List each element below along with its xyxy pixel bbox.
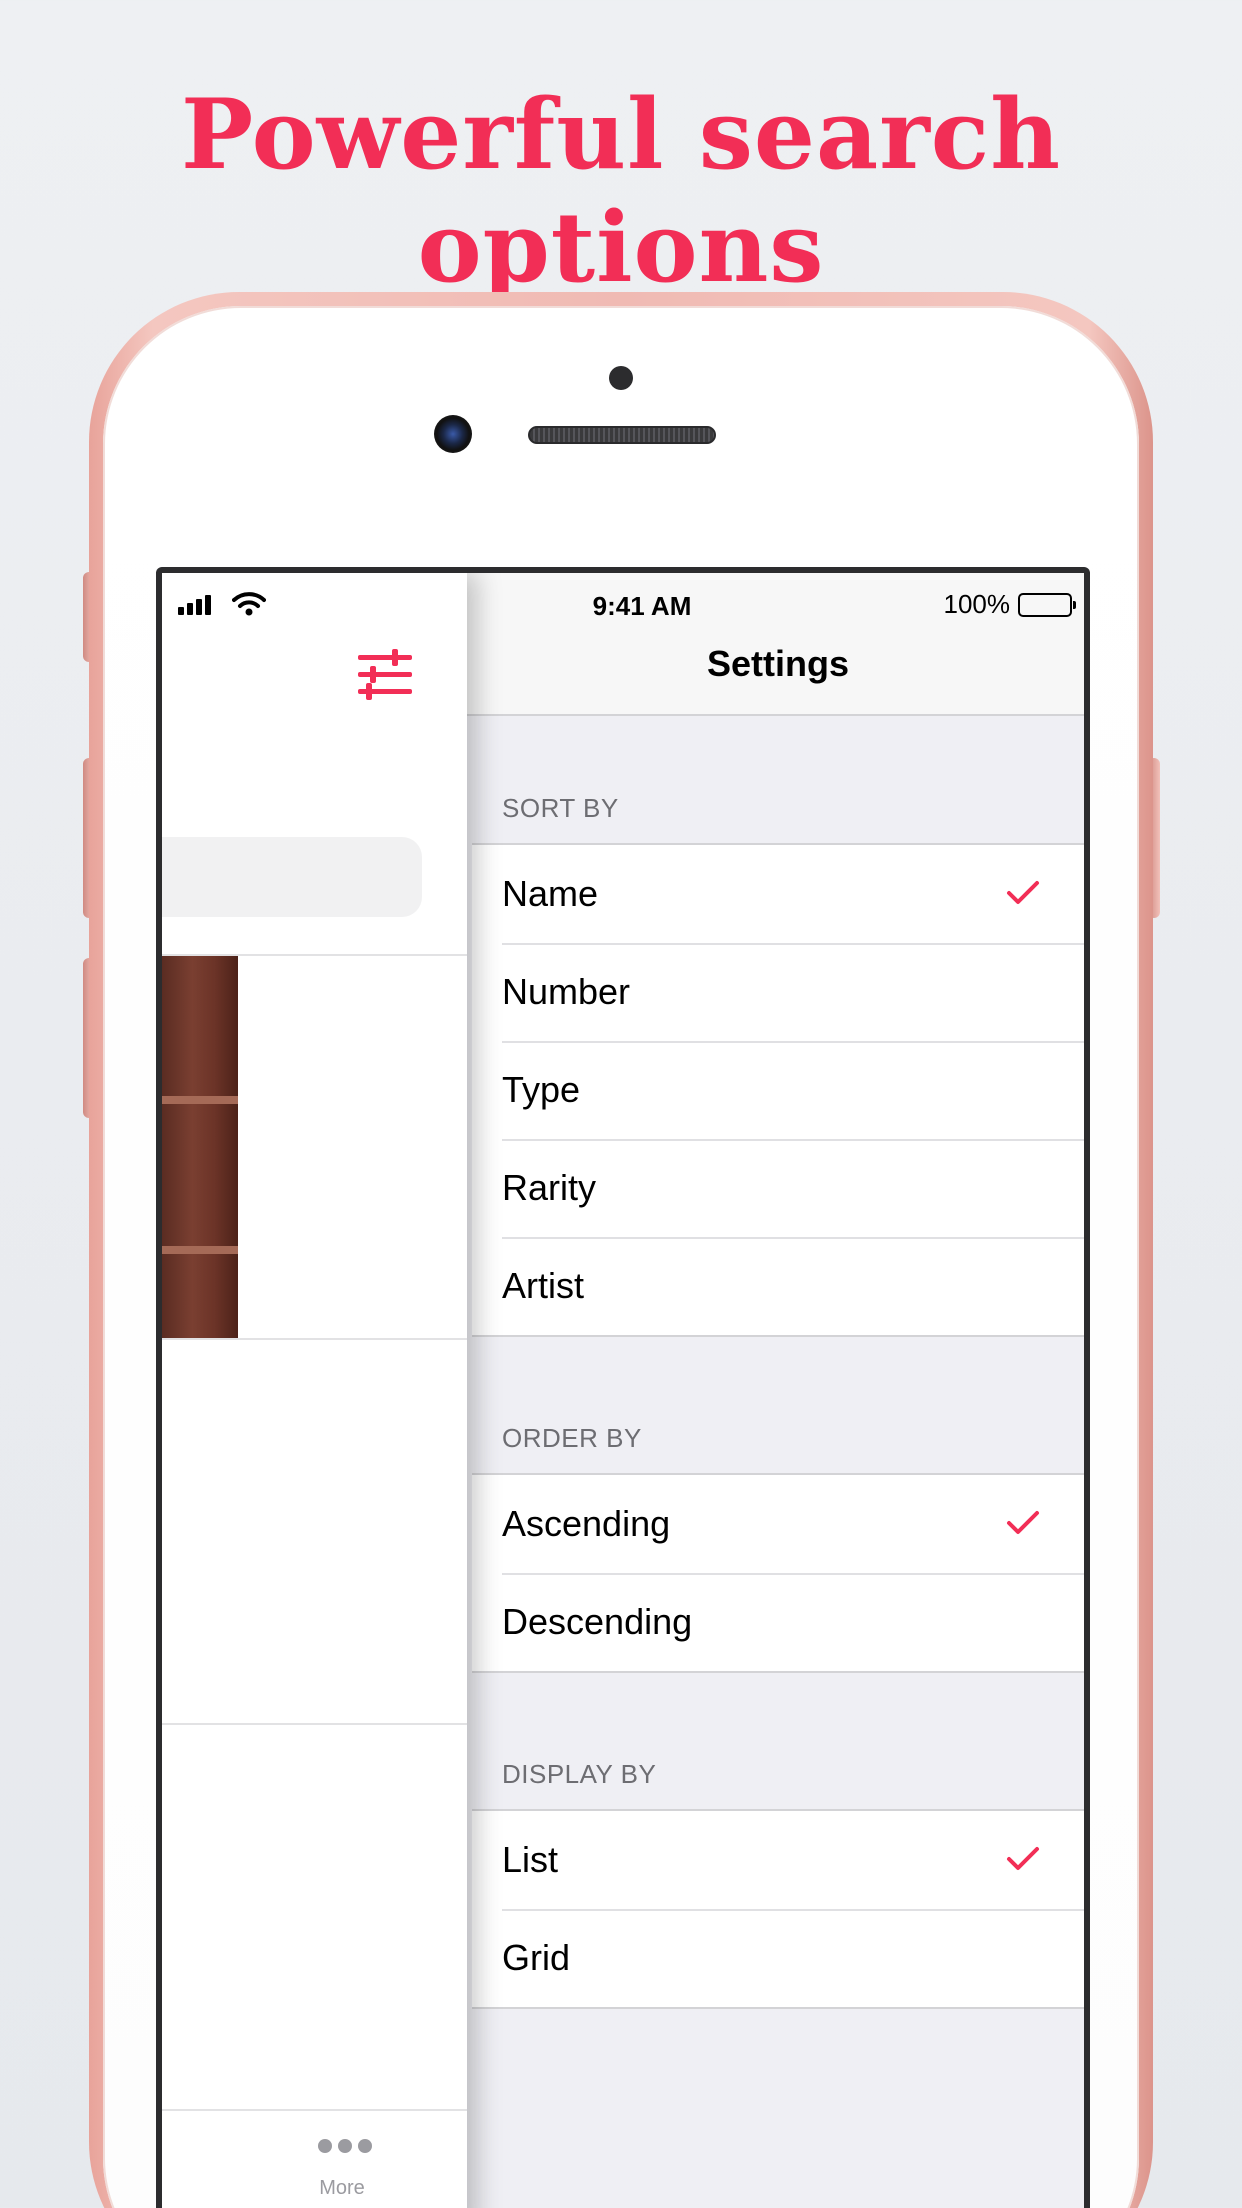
row-label: Type bbox=[502, 1069, 581, 1110]
row-label: Rarity bbox=[502, 1167, 597, 1208]
battery-percentage: 100% bbox=[943, 589, 1011, 619]
display-option-grid[interactable]: Grid bbox=[472, 1909, 1084, 2007]
earpiece-speaker bbox=[528, 426, 716, 444]
sort-option-name[interactable]: Name bbox=[472, 845, 1084, 943]
order-by-group: Ascending Descending bbox=[472, 1473, 1084, 1673]
signal-icon bbox=[178, 595, 211, 615]
phone-screen: 9:41 AM 100% Settings SORT BY Name Numbe… bbox=[156, 567, 1090, 2208]
row-label: Artist bbox=[502, 1265, 585, 1306]
status-battery: 100% bbox=[943, 589, 1076, 620]
proximity-sensor bbox=[609, 366, 633, 390]
section-header-display-by: DISPLAY BY bbox=[502, 1759, 657, 1789]
battery-icon bbox=[1018, 592, 1076, 617]
drawer-panel: More bbox=[162, 573, 467, 2208]
sort-option-number[interactable]: Number bbox=[472, 943, 1084, 1041]
status-time: 9:41 AM bbox=[592, 591, 692, 621]
row-label: Name bbox=[502, 873, 599, 914]
sort-option-rarity[interactable]: Rarity bbox=[472, 1139, 1084, 1237]
headline: Powerful search options bbox=[180, 78, 1062, 304]
order-option-ascending[interactable]: Ascending bbox=[472, 1475, 1084, 1573]
row-label: Ascending bbox=[502, 1503, 671, 1544]
checkmark-icon bbox=[1007, 1511, 1039, 1534]
row-label: Grid bbox=[502, 1937, 571, 1978]
divider bbox=[162, 1723, 467, 1725]
nav-title: Settings bbox=[706, 643, 849, 684]
filter-sliders-icon[interactable] bbox=[356, 649, 414, 701]
card-artwork-image bbox=[162, 956, 238, 1338]
wifi-icon bbox=[232, 592, 266, 616]
sort-option-type[interactable]: Type bbox=[472, 1041, 1084, 1139]
row-label: List bbox=[502, 1839, 559, 1880]
order-option-descending[interactable]: Descending bbox=[472, 1573, 1084, 1671]
more-icon[interactable] bbox=[318, 2139, 372, 2153]
sort-option-artist[interactable]: Artist bbox=[472, 1237, 1084, 1335]
front-camera bbox=[434, 415, 472, 453]
screen-content: 9:41 AM 100% Settings SORT BY Name Numbe… bbox=[162, 573, 1084, 2208]
divider bbox=[162, 1338, 467, 1340]
tab-bar-divider bbox=[162, 2109, 467, 2111]
sort-by-group: Name Number Type Rarity Artist bbox=[472, 843, 1084, 1337]
section-header-order-by: ORDER BY bbox=[502, 1423, 642, 1453]
section-header-sort-by: SORT BY bbox=[502, 793, 619, 823]
checkmark-icon bbox=[1007, 881, 1039, 904]
display-by-group: List Grid bbox=[472, 1809, 1084, 2009]
row-label: Descending bbox=[502, 1601, 693, 1642]
tab-more-label[interactable]: More bbox=[302, 2177, 382, 2200]
display-option-list[interactable]: List bbox=[472, 1811, 1084, 1909]
search-field[interactable] bbox=[162, 837, 422, 917]
checkmark-icon bbox=[1007, 1847, 1039, 1870]
row-label: Number bbox=[502, 971, 631, 1012]
